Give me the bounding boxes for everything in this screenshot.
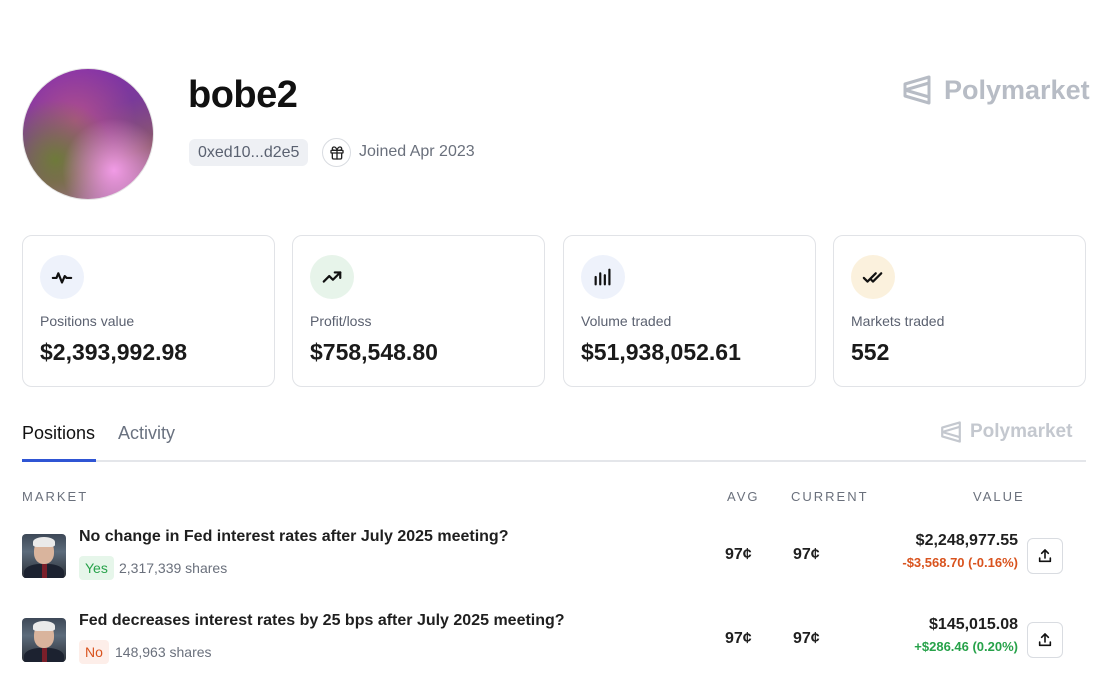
polymarket-watermark-text: Polymarket [970, 421, 1073, 442]
stat-label: Profit/loss [310, 313, 372, 329]
table-row[interactable]: Fed decreases interest rates by 25 bps a… [22, 610, 1086, 680]
tab-activity[interactable]: Activity [118, 423, 175, 444]
polymarket-logo-text: Polymarket [944, 74, 1090, 105]
share-icon [1038, 549, 1052, 563]
avg-price: 97¢ [725, 546, 752, 563]
stat-icon-wrap [40, 255, 84, 299]
stat-value: $758,548.80 [310, 339, 438, 365]
stat-label: Positions value [40, 313, 135, 329]
gift-button[interactable] [322, 138, 351, 167]
wallet-address-chip[interactable]: 0xed10...d2e5 [189, 139, 309, 166]
current-price: 97¢ [793, 546, 820, 563]
stat-value: $2,393,992.98 [40, 339, 188, 365]
stat-card-markets-traded: Markets traded 552 [833, 235, 1086, 387]
outcome-badge: Yes [79, 556, 114, 580]
stat-card-volume-traded: Volume traded $51,938,052.61 [563, 235, 816, 387]
avatar [22, 68, 154, 200]
position-value: $145,015.08 [929, 616, 1018, 633]
stat-icon-wrap [310, 255, 354, 299]
username: bobe2 [188, 74, 298, 116]
activity-icon [51, 272, 73, 284]
polymarket-logo-icon [903, 75, 931, 105]
position-value: $2,248,977.55 [915, 532, 1018, 549]
market-title[interactable]: No change in Fed interest rates after Ju… [79, 528, 508, 546]
outcome-badge: No [79, 640, 109, 664]
stat-value: 552 [851, 339, 890, 365]
tab-positions[interactable]: Positions [22, 423, 95, 444]
double-check-icon [862, 272, 883, 283]
gift-icon [329, 145, 344, 160]
tabs-bar: Positions Activity [22, 414, 1086, 462]
share-button[interactable] [1027, 538, 1063, 574]
joined-date: Joined Apr 2023 [359, 143, 475, 160]
market-title[interactable]: Fed decreases interest rates by 25 bps a… [79, 612, 565, 630]
market-thumbnail [22, 534, 66, 578]
shares-count: 2,317,339 shares [119, 560, 228, 576]
market-thumbnail [22, 618, 66, 662]
shares-count: 148,963 shares [115, 644, 212, 660]
column-header-market: MARKET [22, 489, 89, 504]
share-button[interactable] [1027, 622, 1063, 658]
polymarket-logo: Polymarket [902, 74, 1090, 106]
stat-icon-wrap [581, 255, 625, 299]
share-icon [1038, 633, 1052, 647]
current-price: 97¢ [793, 630, 820, 647]
active-tab-indicator [22, 459, 96, 462]
avg-price: 97¢ [725, 630, 752, 647]
bar-chart-icon [594, 268, 611, 286]
stat-label: Volume traded [581, 313, 672, 329]
table-row[interactable]: No change in Fed interest rates after Ju… [22, 526, 1086, 596]
column-header-current: CURRENT [791, 489, 869, 504]
stat-label: Markets traded [851, 313, 945, 329]
column-header-value: VALUE [973, 489, 1025, 504]
position-change: +$286.46 (0.20%) [914, 639, 1018, 654]
polymarket-watermark: Polymarket [940, 420, 1072, 444]
trending-up-icon [322, 271, 342, 283]
stat-value: $51,938,052.61 [581, 339, 741, 365]
position-change: -$3,568.70 (-0.16%) [902, 555, 1018, 570]
stat-card-profit-loss: Profit/loss $758,548.80 [292, 235, 545, 387]
polymarket-logo-icon [941, 421, 961, 443]
stat-icon-wrap [851, 255, 895, 299]
column-header-avg: AVG [727, 489, 760, 504]
stat-card-positions-value: Positions value $2,393,992.98 [22, 235, 275, 387]
